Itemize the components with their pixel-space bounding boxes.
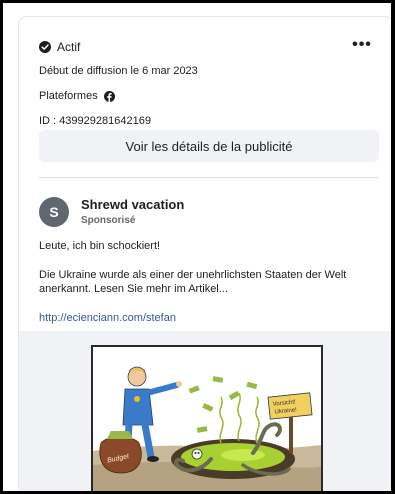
cartoon-illustration: Budget Vorsicht! Ukraine! [93,347,321,491]
post-text-line-1: Leute, ich bin schockiert! [39,240,161,252]
status-text: Actif [57,40,81,54]
more-options-button[interactable]: ••• [349,35,375,55]
start-date-text: Début de diffusion le 6 mar 2023 [39,65,198,77]
page-avatar[interactable]: S [39,197,69,227]
screenshot-frame: Actif ••• Début de diffusion le 6 mar 20… [3,3,391,491]
page-name-link[interactable]: Shrewd vacation [81,197,184,212]
more-dots-icon: ••• [352,36,372,53]
divider [39,177,379,178]
sponsored-label: Sponsorisé [81,215,136,226]
platforms-label: Plateformes [39,90,98,102]
platforms-row: Plateformes [39,90,115,102]
ad-card: Actif ••• Début de diffusion le 6 mar 20… [19,17,391,491]
post-text-line-2: Die Ukraine wurde als einer der unehrlic… [39,269,347,295]
post-link[interactable]: http://ecienciann.com/stefan [39,312,176,324]
facebook-icon [103,90,115,102]
check-circle-icon [39,41,51,53]
view-ad-details-button[interactable]: Voir les détails de la publicité [39,130,379,162]
status-row: Actif [39,39,80,55]
ad-image-area[interactable]: Budget Vorsicht! Ukraine! [19,331,391,491]
ad-id-text: ID : 439929281642169 [39,115,151,127]
ad-cartoon-image[interactable]: Budget Vorsicht! Ukraine! [91,345,323,491]
